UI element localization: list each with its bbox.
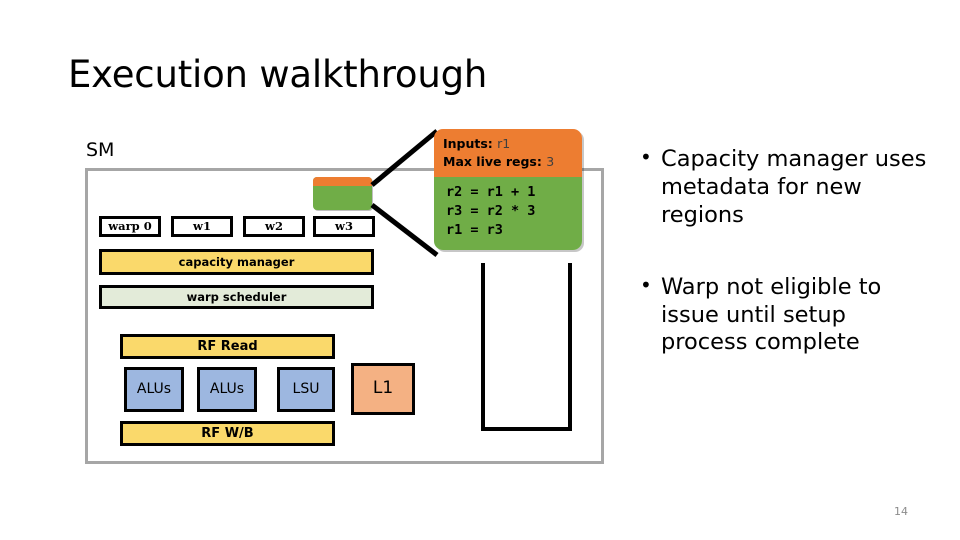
capacity-manager-label: capacity manager [178,254,295,269]
page-title: Execution walkthrough [68,53,488,96]
sm-label: SM [86,139,115,161]
lsu-block[interactable]: LSU [277,367,335,412]
alu-label: ALUs [136,381,172,398]
warp-register-region-block [313,177,372,210]
region-metadata-callout: Inputs: r1 Max live regs: 3 r2 = r1 + 1 … [434,129,582,250]
warp-box-1[interactable]: w1 [171,216,233,237]
bullet-list: Capacity manager uses metadata for new r… [640,145,932,401]
callout-maxregs-row: Max live regs: 3 [443,153,573,171]
lsu-label: LSU [292,381,320,398]
callout-inputs-label: Inputs: [443,136,493,151]
callout-maxregs-label: Max live regs: [443,153,542,169]
callout-header: Inputs: r1 Max live regs: 3 [434,129,582,177]
bullet-item-0: Capacity manager uses metadata for new r… [640,145,932,230]
alu-label: ALUs [209,381,245,398]
alu-block-1[interactable]: ALUs [197,367,257,412]
rf-writeback-block[interactable]: RF W/B [120,421,335,446]
callout-maxregs-value: 3 [546,153,555,169]
warp-box-0[interactable]: warp 0 [99,216,161,237]
callout-stem-connector [481,263,572,431]
l1-cache-block[interactable]: L1 [351,363,415,415]
warp-box-label: w2 [265,219,283,234]
bullet-item-1: Warp not eligible to issue until setup p… [640,273,932,358]
callout-inputs-value: r1 [497,136,511,151]
warp-register-region-header [313,177,372,186]
l1-cache-label: L1 [372,378,394,399]
callout-code-body: r2 = r1 + 1 r3 = r2 * 3 r1 = r3 [434,176,582,250]
rf-writeback-label: RF W/B [201,425,254,441]
callout-inputs-row: Inputs: r1 [443,135,573,153]
warp-box-2[interactable]: w2 [243,216,305,237]
warp-box-label: w1 [193,219,211,234]
warp-box-label: w3 [335,219,353,234]
rf-read-label: RF Read [197,338,258,354]
warp-scheduler-block[interactable]: warp scheduler [99,285,374,309]
rf-read-block[interactable]: RF Read [120,334,335,359]
slide-number: 14 [894,505,908,518]
warp-scheduler-label: warp scheduler [186,289,287,304]
capacity-manager-block[interactable]: capacity manager [99,249,374,275]
alu-block-0[interactable]: ALUs [124,367,184,412]
slide-canvas: Execution walkthrough SM warp 0 w1 w2 w3… [0,0,960,540]
warp-box-label: warp 0 [108,219,152,234]
warp-box-3[interactable]: w3 [313,216,375,237]
